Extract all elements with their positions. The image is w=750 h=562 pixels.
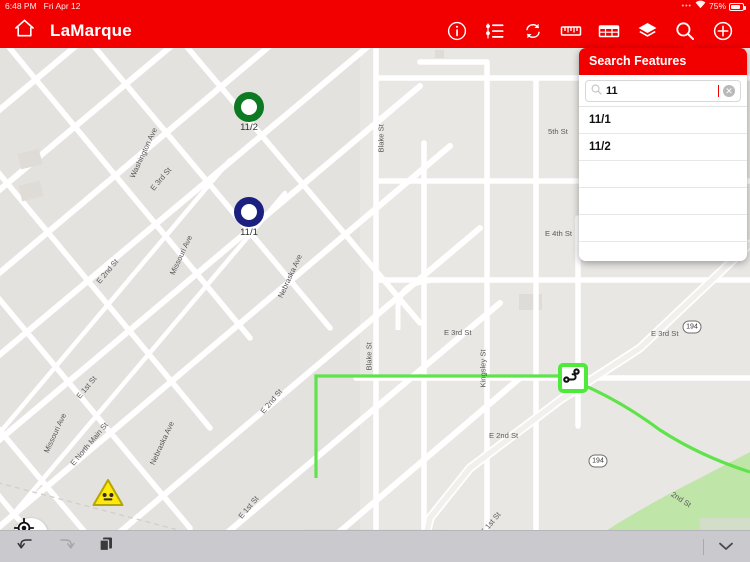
top-toolbar: LaMarque <box>0 13 750 48</box>
bottom-toolbar-right <box>703 537 750 557</box>
add-icon <box>713 21 733 41</box>
marker-label: 11/1 <box>240 227 258 238</box>
legend-icon <box>485 21 505 41</box>
status-time: 6:48 PM <box>5 1 37 11</box>
search-results-list[interactable]: 11/1 11/2 <box>579 106 747 261</box>
toolbar-actions <box>444 18 750 44</box>
redo-button[interactable] <box>56 537 76 557</box>
wifi-icon <box>695 0 706 13</box>
undo-icon <box>17 536 35 557</box>
search-icon <box>675 21 695 41</box>
bottom-toolbar <box>0 530 750 562</box>
page-title: LaMarque <box>50 20 132 40</box>
attributes-button[interactable] <box>596 18 622 44</box>
status-date: Fri Apr 12 <box>43 1 81 11</box>
status-bar-left: 6:48 PM Fri Apr 12 <box>0 0 81 13</box>
info-icon <box>447 21 467 41</box>
search-features-popover: Search Features 11 ✕ 11/1 11/2 <box>579 48 747 261</box>
search-result-row[interactable]: 11/1 <box>579 107 747 134</box>
layers-button[interactable] <box>634 18 660 44</box>
search-result-row-empty <box>579 242 747 261</box>
sync-button[interactable] <box>520 18 546 44</box>
map-feature-marker[interactable] <box>234 197 264 227</box>
collapse-button[interactable] <box>716 537 736 557</box>
popover-arrow <box>681 41 697 49</box>
search-result-row[interactable]: 11/2 <box>579 134 747 161</box>
search-icon <box>591 82 602 100</box>
layers-icon <box>637 21 658 41</box>
sync-icon <box>523 21 543 41</box>
redo-icon <box>57 536 75 557</box>
app-root: 6:48 PM Fri Apr 12 ••• 75% LaMarque Wash… <box>0 0 750 562</box>
toolbar-divider <box>703 538 704 555</box>
attributes-icon <box>598 21 620 41</box>
status-dots: ••• <box>681 3 692 10</box>
undo-button[interactable] <box>16 537 36 557</box>
popover-title: Search Features <box>579 48 747 75</box>
status-bar-right: ••• 75% <box>682 0 750 13</box>
bottom-toolbar-left <box>0 537 116 557</box>
selected-route-feature[interactable] <box>558 363 588 393</box>
home-button[interactable] <box>12 19 36 43</box>
copy-icon <box>98 536 114 557</box>
search-result-row-empty <box>579 215 747 242</box>
info-button[interactable] <box>444 18 470 44</box>
add-button[interactable] <box>710 18 736 44</box>
battery-icon <box>729 2 746 11</box>
search-result-row-empty <box>579 161 747 188</box>
search-button[interactable] <box>672 18 698 44</box>
search-input-value[interactable]: 11 <box>606 85 713 97</box>
status-bar: 6:48 PM Fri Apr 12 ••• 75% <box>0 0 750 13</box>
marker-label: 11/2 <box>240 122 258 133</box>
clear-icon[interactable]: ✕ <box>723 85 735 97</box>
legend-button[interactable] <box>482 18 508 44</box>
measure-button[interactable] <box>558 18 584 44</box>
search-input[interactable]: 11 ✕ <box>585 80 741 102</box>
search-field-wrapper: 11 ✕ <box>579 75 747 106</box>
battery-percent: 75% <box>708 1 726 11</box>
map-feature-marker[interactable] <box>234 92 264 122</box>
home-icon <box>14 18 35 43</box>
copy-button[interactable] <box>96 537 116 557</box>
chevron-down-icon <box>718 538 734 556</box>
text-caret <box>718 85 719 97</box>
search-result-row-empty <box>579 188 747 215</box>
measure-icon <box>560 21 582 41</box>
